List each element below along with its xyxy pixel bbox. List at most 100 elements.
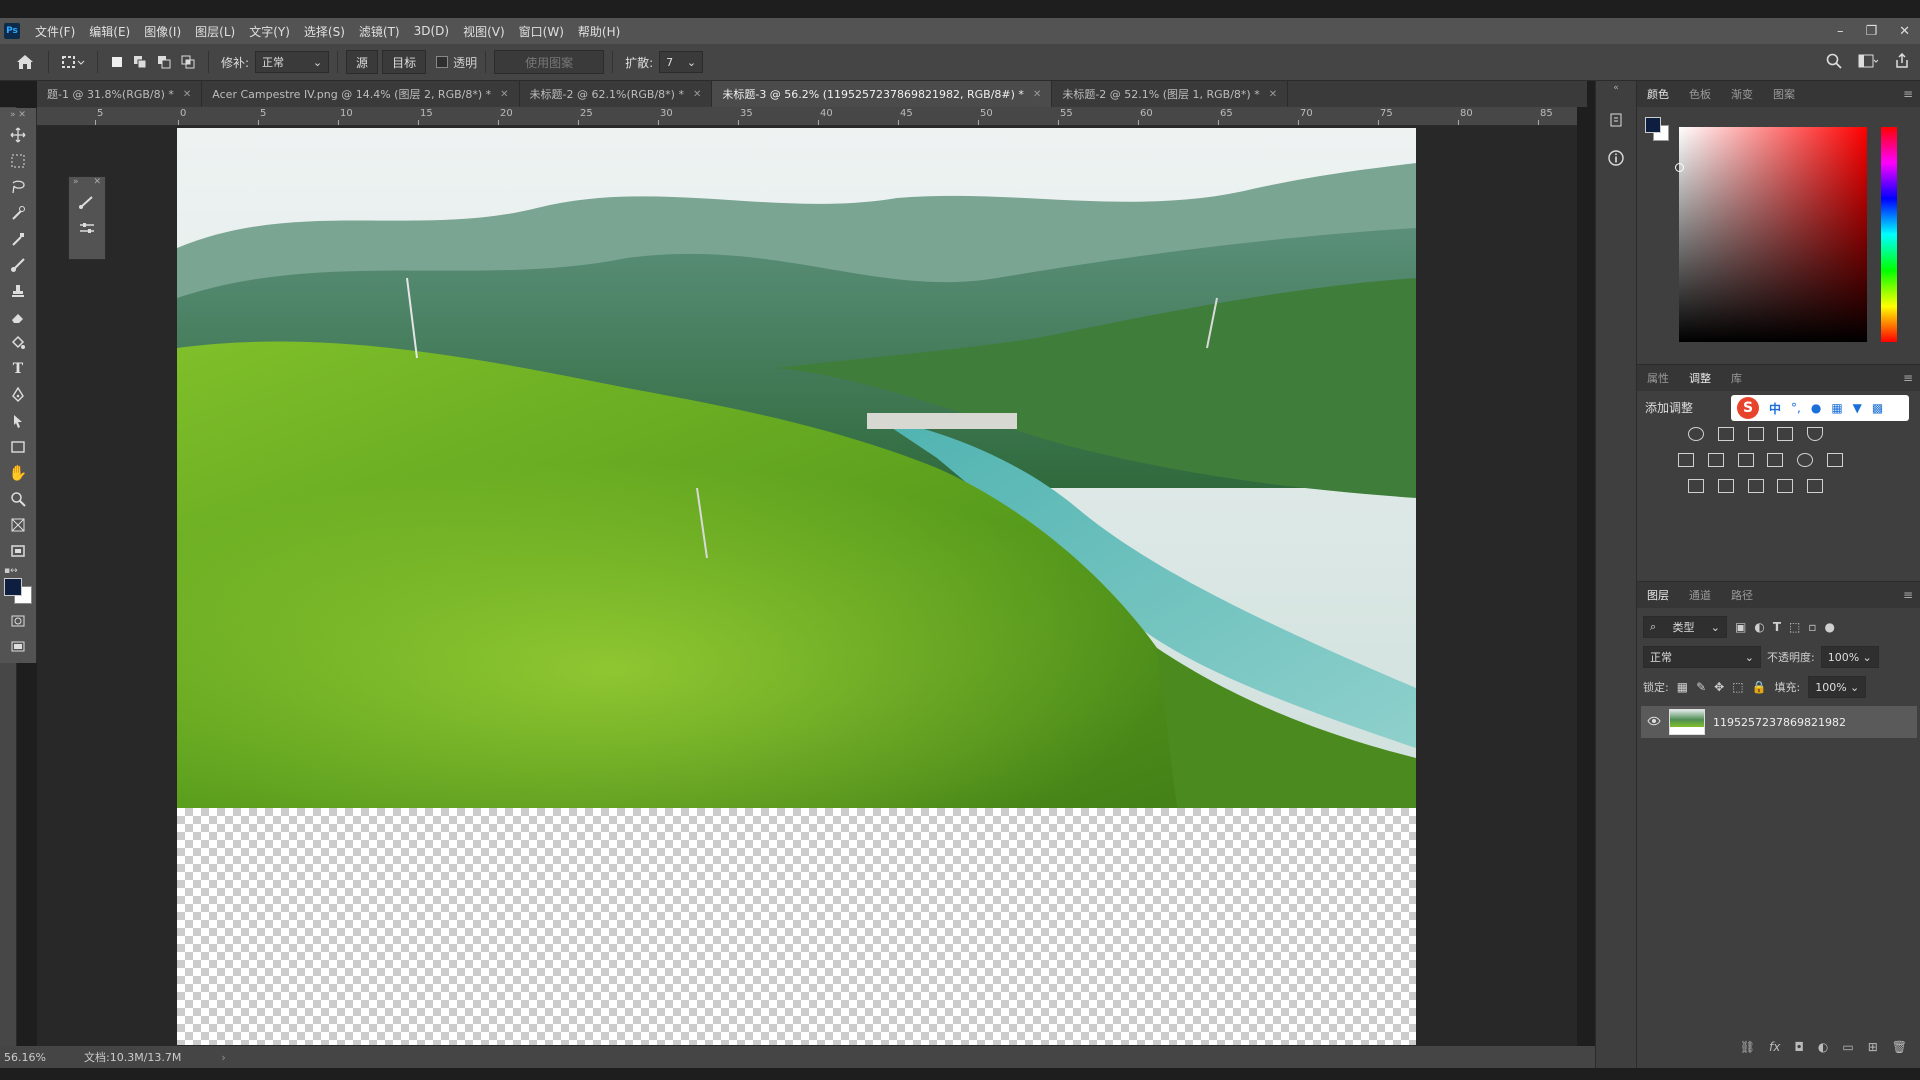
- lock-position-icon[interactable]: ✥: [1714, 680, 1724, 694]
- eyedropper-tool-icon[interactable]: [0, 226, 36, 252]
- zoom-tool-icon[interactable]: [0, 486, 36, 512]
- filter-pixel-icon[interactable]: ▣: [1735, 620, 1746, 634]
- delete-layer-icon[interactable]: 🗑: [1892, 1040, 1907, 1054]
- transparent-checkbox[interactable]: 透明: [436, 54, 477, 71]
- screen-mode-icon[interactable]: [0, 634, 36, 660]
- menu-help[interactable]: 帮助(H): [571, 23, 627, 40]
- ime-logo-icon[interactable]: S: [1737, 397, 1759, 419]
- quick-mask-icon[interactable]: [0, 608, 36, 634]
- menu-filter[interactable]: 滤镜(T): [352, 23, 407, 40]
- landscape-photo[interactable]: [177, 128, 1416, 808]
- keyboard-icon[interactable]: ▦: [1831, 401, 1842, 415]
- threshold-icon[interactable]: [1747, 479, 1764, 493]
- new-adjustment-layer-icon[interactable]: ◐: [1818, 1040, 1828, 1054]
- pen-tool-icon[interactable]: [0, 382, 36, 408]
- patch-tool-icon[interactable]: [0, 538, 36, 564]
- zoom-level[interactable]: 56.16%: [4, 1051, 84, 1064]
- foreground-color-swatch[interactable]: [4, 578, 22, 596]
- ime-punctuation[interactable]: °,: [1791, 401, 1801, 415]
- doc-tab-1[interactable]: 题-1 @ 31.8%(RGB/8) * ✕: [37, 81, 203, 107]
- vibrance-icon[interactable]: [1807, 427, 1824, 441]
- quick-selection-tool-icon[interactable]: [0, 200, 36, 226]
- channel-mixer-icon[interactable]: [1797, 453, 1814, 467]
- tab-swatches[interactable]: 色板: [1679, 86, 1721, 102]
- marquee-tool-icon[interactable]: [0, 148, 36, 174]
- tab-layers[interactable]: 图层: [1637, 587, 1679, 603]
- blend-mode-select[interactable]: 正常 ⌄: [1643, 646, 1761, 668]
- frame-tool-icon[interactable]: [0, 512, 36, 538]
- doc-tab-3[interactable]: 未标题-2 @ 62.1%(RGB/8*) * ✕: [520, 81, 713, 107]
- hand-tool-icon[interactable]: ✋: [0, 460, 36, 486]
- foreground-color-swatch[interactable]: [1645, 117, 1661, 133]
- curves-icon[interactable]: [1747, 427, 1764, 441]
- filter-toggle-icon[interactable]: ●: [1825, 620, 1835, 634]
- color-swatches[interactable]: [1645, 117, 1669, 141]
- close-icon[interactable]: ✕: [93, 177, 101, 189]
- mode-select[interactable]: 正常 ⌄: [255, 51, 330, 73]
- stamp-tool-icon[interactable]: [0, 278, 36, 304]
- lasso-tool-icon[interactable]: [0, 174, 36, 200]
- posterize-icon[interactable]: [1717, 479, 1734, 493]
- filter-type-icon[interactable]: T: [1773, 620, 1781, 634]
- link-layers-icon[interactable]: ⛓: [1740, 1040, 1755, 1054]
- menu-type[interactable]: 文字(Y): [242, 23, 297, 40]
- rectangle-tool-icon[interactable]: [0, 434, 36, 460]
- color-field[interactable]: [1675, 127, 1867, 342]
- hue-slider[interactable]: [1881, 127, 1897, 342]
- close-icon[interactable]: ✕: [693, 89, 701, 100]
- target-button[interactable]: 目标: [382, 50, 427, 74]
- move-tool-icon[interactable]: [0, 122, 36, 148]
- tab-adjustments[interactable]: 调整: [1679, 370, 1721, 386]
- intersect-selection-icon[interactable]: [176, 51, 200, 73]
- lock-artboard-icon[interactable]: ⬚: [1732, 680, 1743, 694]
- ime-chinese-mode[interactable]: 中: [1769, 400, 1781, 417]
- use-pattern-button[interactable]: 使用图案: [494, 50, 605, 74]
- menu-file[interactable]: 文件(F): [28, 23, 82, 40]
- workspace-icon[interactable]: [1858, 54, 1879, 71]
- path-selection-tool-icon[interactable]: [0, 408, 36, 434]
- grid-icon[interactable]: ▩: [1872, 401, 1883, 415]
- gradient-map-icon[interactable]: [1807, 479, 1824, 493]
- levels-icon[interactable]: [1717, 427, 1734, 441]
- lock-pixels-icon[interactable]: ✎: [1696, 680, 1706, 694]
- collapse-icon[interactable]: »: [73, 177, 79, 189]
- panel-menu-icon[interactable]: ≡: [1903, 588, 1913, 602]
- source-button[interactable]: 源: [346, 50, 379, 74]
- hue-saturation-icon[interactable]: [1678, 453, 1694, 467]
- brightness-icon[interactable]: [1688, 427, 1704, 441]
- tab-channels[interactable]: 通道: [1679, 587, 1721, 603]
- close-icon[interactable]: ✕: [500, 89, 508, 100]
- microphone-icon[interactable]: ●: [1811, 401, 1821, 415]
- tab-properties[interactable]: 属性: [1637, 370, 1679, 386]
- restore-icon[interactable]: ❐: [1865, 24, 1877, 39]
- color-picker-cursor[interactable]: [1675, 163, 1684, 172]
- visibility-eye-icon[interactable]: [1647, 715, 1661, 729]
- tab-patterns[interactable]: 图案: [1763, 86, 1805, 102]
- layer-name[interactable]: 1195257237869821982: [1713, 716, 1846, 729]
- lock-all-icon[interactable]: 🔒: [1752, 680, 1767, 694]
- close-icon[interactable]: ✕: [1033, 89, 1041, 100]
- new-group-icon[interactable]: ▭: [1842, 1040, 1853, 1054]
- close-icon[interactable]: ✕: [183, 89, 191, 100]
- doc-tab-5[interactable]: 未标题-2 @ 52.1% (图层 1, RGB/8*) * ✕: [1052, 81, 1289, 107]
- selective-color-icon[interactable]: [1777, 479, 1794, 493]
- lock-transparency-icon[interactable]: ▦: [1677, 680, 1688, 694]
- menu-image[interactable]: 图像(I): [137, 23, 188, 40]
- doc-tab-4-active[interactable]: 未标题-3 @ 56.2% (1195257237869821982, RGB/…: [712, 81, 1053, 107]
- black-white-icon[interactable]: [1737, 453, 1754, 467]
- menu-view[interactable]: 视图(V): [456, 23, 512, 40]
- panel-menu-icon[interactable]: ≡: [1903, 371, 1913, 385]
- home-icon[interactable]: [10, 51, 40, 73]
- adjust-settings-icon[interactable]: [69, 215, 105, 241]
- menu-select[interactable]: 选择(S): [297, 23, 352, 40]
- transparent-area[interactable]: [177, 808, 1416, 1045]
- default-colors-icon[interactable]: ▪↔: [4, 566, 18, 576]
- menu-3d[interactable]: 3D(D): [407, 24, 456, 38]
- color-balance-icon[interactable]: [1707, 453, 1724, 467]
- color-swatches[interactable]: ▪↔: [0, 564, 36, 608]
- exposure-icon[interactable]: [1777, 427, 1794, 441]
- menu-window[interactable]: 窗口(W): [512, 23, 571, 40]
- eraser-tool-icon[interactable]: [0, 304, 36, 330]
- filter-smart-object-icon[interactable]: ▫: [1808, 620, 1816, 634]
- layer-row[interactable]: 1195257237869821982: [1641, 706, 1917, 738]
